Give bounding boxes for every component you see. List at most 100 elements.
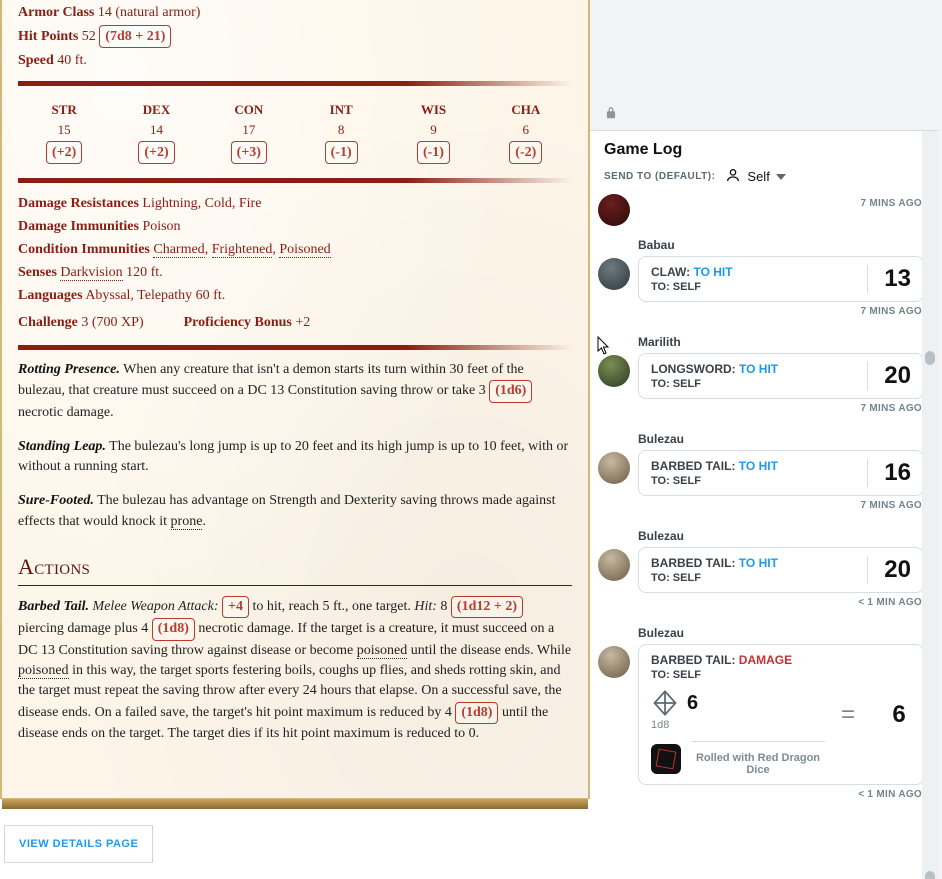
hp-label: Hit Points — [18, 29, 78, 44]
condition-link[interactable]: Frightened — [212, 242, 273, 258]
condimm-label: Condition Immunities — [18, 242, 150, 257]
log-roll-card[interactable]: BARBED TAIL: TO HITTO: SELF20 — [638, 547, 924, 593]
log-roll-card[interactable]: LONGSWORD: TO HITTO: SELF 20 — [638, 353, 924, 399]
condition-link[interactable]: Charmed — [153, 242, 204, 258]
tohit-roll-button[interactable]: +4 — [222, 596, 249, 618]
log-entry: Bulezau BARBED TAIL: DAMAGETO: SELF61d8Ro… — [598, 618, 924, 806]
rolled-with-label: Rolled with Red Dragon Dice — [691, 741, 825, 776]
log-action: BARBED TAIL: TO HITTO: SELF — [651, 556, 857, 584]
log-entry-body: BabauCLAW: TO HITTO: SELF137 MINS AGO — [638, 230, 924, 323]
d8-icon — [651, 689, 679, 717]
hp-roll-button[interactable]: (7d8 + 21) — [99, 25, 171, 48]
traits: Rotting Presence. When any creature that… — [18, 360, 572, 532]
log-action-name: BARBED TAIL: — [651, 653, 739, 667]
divider — [18, 345, 572, 350]
log-creature-name: Bulezau — [638, 626, 924, 640]
log-result: 13 — [867, 265, 911, 293]
lock-icon[interactable] — [590, 0, 942, 130]
log-action-type: DAMAGE — [739, 653, 792, 667]
log-action: BARBED TAIL: TO HITTO: SELF — [651, 459, 857, 487]
avatar[interactable] — [598, 452, 630, 484]
log-entry: 7 MINS AGO — [598, 194, 924, 226]
log-action-name: LONGSWORD: — [651, 362, 739, 376]
right-column: Game Log SEND TO (DEFAULT): Self 7 MINS … — [590, 0, 942, 879]
roll-button[interactable]: (1d6) — [489, 380, 532, 402]
equals-icon: = — [835, 701, 861, 729]
ability-score: 6 — [480, 120, 572, 140]
trait-name: Standing Leap. — [18, 439, 106, 454]
view-details-button[interactable]: VIEW DETAILS PAGE — [4, 825, 153, 863]
game-log-panel: Game Log SEND TO (DEFAULT): Self 7 MINS … — [590, 130, 938, 879]
condition-link[interactable]: poisoned — [357, 643, 408, 659]
log-entry-body: Bulezau BARBED TAIL: TO HITTO: SELF20 < 1 … — [638, 521, 924, 614]
log-entry-body: 7 MINS AGO — [638, 194, 924, 226]
log-result: 16 — [867, 459, 911, 487]
log-entry: BabauCLAW: TO HITTO: SELF137 MINS AGO — [598, 230, 924, 323]
ability-score: 17 — [203, 120, 295, 140]
left-column: Armor Class 14 (natural armor) Hit Point… — [0, 0, 590, 879]
damage-roll-button[interactable]: (1d8) — [152, 618, 195, 640]
senses-label: Senses — [18, 265, 57, 280]
scrollbar[interactable] — [922, 131, 938, 879]
avatar[interactable] — [598, 355, 630, 387]
log-roll-card[interactable]: BARBED TAIL: DAMAGETO: SELF61d8Rolled wi… — [638, 644, 924, 785]
log-creature-name: Bulezau — [638, 529, 924, 543]
send-to-label: SEND TO (DEFAULT): — [604, 171, 715, 182]
log-action: LONGSWORD: TO HITTO: SELF — [651, 362, 857, 390]
action-name: Barbed Tail. — [18, 599, 89, 614]
condimm-line: Condition Immunities Charmed, Frightened… — [18, 239, 572, 260]
log-entry: BulezauBARBED TAIL: TO HITTO: SELF167 MI… — [598, 424, 924, 517]
game-log-scroll[interactable]: 7 MINS AGO BabauCLAW: TO HITTO: SELF137 M… — [590, 192, 938, 879]
speed-value: 40 ft. — [57, 53, 87, 68]
ability-mod-button[interactable]: (+3) — [231, 141, 267, 164]
log-creature-name: Marilith — [638, 335, 924, 349]
damage-roll-button[interactable]: (1d12 + 2) — [451, 596, 523, 618]
log-timestamp: 7 MINS AGO — [638, 500, 922, 511]
lang-value: Abyssal, Telepathy 60 ft. — [85, 288, 225, 303]
log-roll-card[interactable]: CLAW: TO HITTO: SELF13 — [638, 256, 924, 302]
condition-link[interactable]: poisoned — [18, 663, 69, 679]
damage-roll-button[interactable]: (1d8) — [455, 702, 498, 724]
monster-statblock: Armor Class 14 (natural armor) Hit Point… — [0, 0, 590, 799]
divider — [18, 81, 572, 86]
challenge-row: Challenge 3 (700 XP) Proficiency Bonus +… — [18, 310, 572, 335]
log-roll-card[interactable]: BARBED TAIL: TO HITTO: SELF 16 — [638, 450, 924, 496]
ability-scores: STR 15 (+2) DEX 14 (+2) CON 17 (+3) — [18, 96, 572, 168]
condition-link[interactable]: Poisoned — [279, 242, 330, 258]
ac-note: (natural armor) — [115, 5, 200, 20]
ability-mod-button[interactable]: (-2) — [509, 141, 542, 164]
ability-score: 9 — [387, 120, 479, 140]
speed-label: Speed — [18, 53, 54, 68]
action-barbed-tail: Barbed Tail. Melee Weapon Attack: +4 to … — [18, 596, 572, 744]
ability-name: CHA — [480, 100, 572, 120]
avatar[interactable] — [598, 646, 630, 678]
sense-link[interactable]: Darkvision — [60, 265, 122, 281]
ability-score: 8 — [295, 120, 387, 140]
log-timestamp: < 1 MIN AGO — [638, 597, 922, 608]
statblock-scroll[interactable]: Armor Class 14 (natural armor) Hit Point… — [0, 0, 590, 799]
chevron-down-icon — [776, 174, 786, 180]
log-timestamp: 7 MINS AGO — [638, 403, 922, 414]
ability-con: CON 17 (+3) — [203, 100, 295, 164]
game-log-title: Game Log — [604, 141, 924, 159]
statblock-footer-ornament — [2, 799, 588, 809]
log-result: 20 — [867, 362, 911, 390]
die-value: 6 — [687, 692, 698, 715]
condition-link[interactable]: prone — [171, 514, 203, 530]
ability-mod-button[interactable]: (-1) — [325, 141, 358, 164]
log-action-label: CLAW: TO HIT — [651, 265, 857, 279]
avatar[interactable] — [598, 258, 630, 290]
avatar[interactable] — [598, 194, 630, 226]
ac-value: 14 — [98, 5, 112, 20]
log-action-label: LONGSWORD: TO HIT — [651, 362, 857, 376]
scrollbar-thumb[interactable] — [925, 871, 935, 879]
scrollbar-thumb[interactable] — [925, 351, 935, 365]
ability-name: STR — [18, 100, 110, 120]
log-action-type: TO HIT — [693, 265, 732, 279]
ability-mod-button[interactable]: (-1) — [417, 141, 450, 164]
ability-mod-button[interactable]: (+2) — [46, 141, 82, 164]
avatar[interactable] — [598, 549, 630, 581]
ability-mod-button[interactable]: (+2) — [138, 141, 174, 164]
send-to-selector[interactable]: SEND TO (DEFAULT): Self — [604, 167, 924, 186]
ability-name: INT — [295, 100, 387, 120]
